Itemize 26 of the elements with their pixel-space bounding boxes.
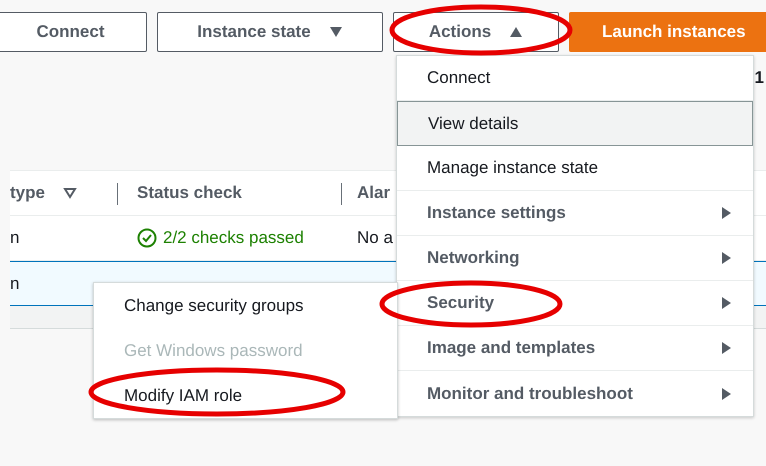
menu-item[interactable]: View details xyxy=(397,101,753,146)
caret-icon xyxy=(328,26,343,38)
caret-icon xyxy=(509,26,524,38)
sort-icon[interactable] xyxy=(62,187,77,199)
menu-item[interactable]: Manage instance state xyxy=(397,146,753,191)
toolbar-button[interactable]: Connect xyxy=(0,12,147,52)
chevron-right-icon xyxy=(721,342,731,354)
page-number[interactable]: 1 xyxy=(754,68,764,88)
menu-item[interactable]: Monitor and troubleshoot xyxy=(397,371,753,416)
dropdown-button[interactable]: Instance state xyxy=(157,12,383,52)
menu-item[interactable]: Modify IAM role xyxy=(94,373,397,418)
menu-item[interactable]: Networking xyxy=(397,236,753,281)
table-cell: No a xyxy=(357,228,393,248)
menu-item[interactable]: Instance settings xyxy=(397,191,753,236)
check-circle-icon xyxy=(137,228,157,248)
column-header: Alar xyxy=(357,183,390,203)
chevron-right-icon xyxy=(721,388,731,400)
chevron-right-icon xyxy=(721,297,731,309)
menu-item[interactable]: Change security groups xyxy=(94,283,397,328)
status-text: 2/2 checks passed xyxy=(163,228,304,248)
table-cell: n xyxy=(10,228,20,248)
chevron-right-icon xyxy=(721,207,731,219)
table-cell: n xyxy=(10,274,20,294)
chevron-right-icon xyxy=(721,252,731,264)
column-header: Status check xyxy=(137,183,242,203)
column-header: type xyxy=(10,183,45,203)
